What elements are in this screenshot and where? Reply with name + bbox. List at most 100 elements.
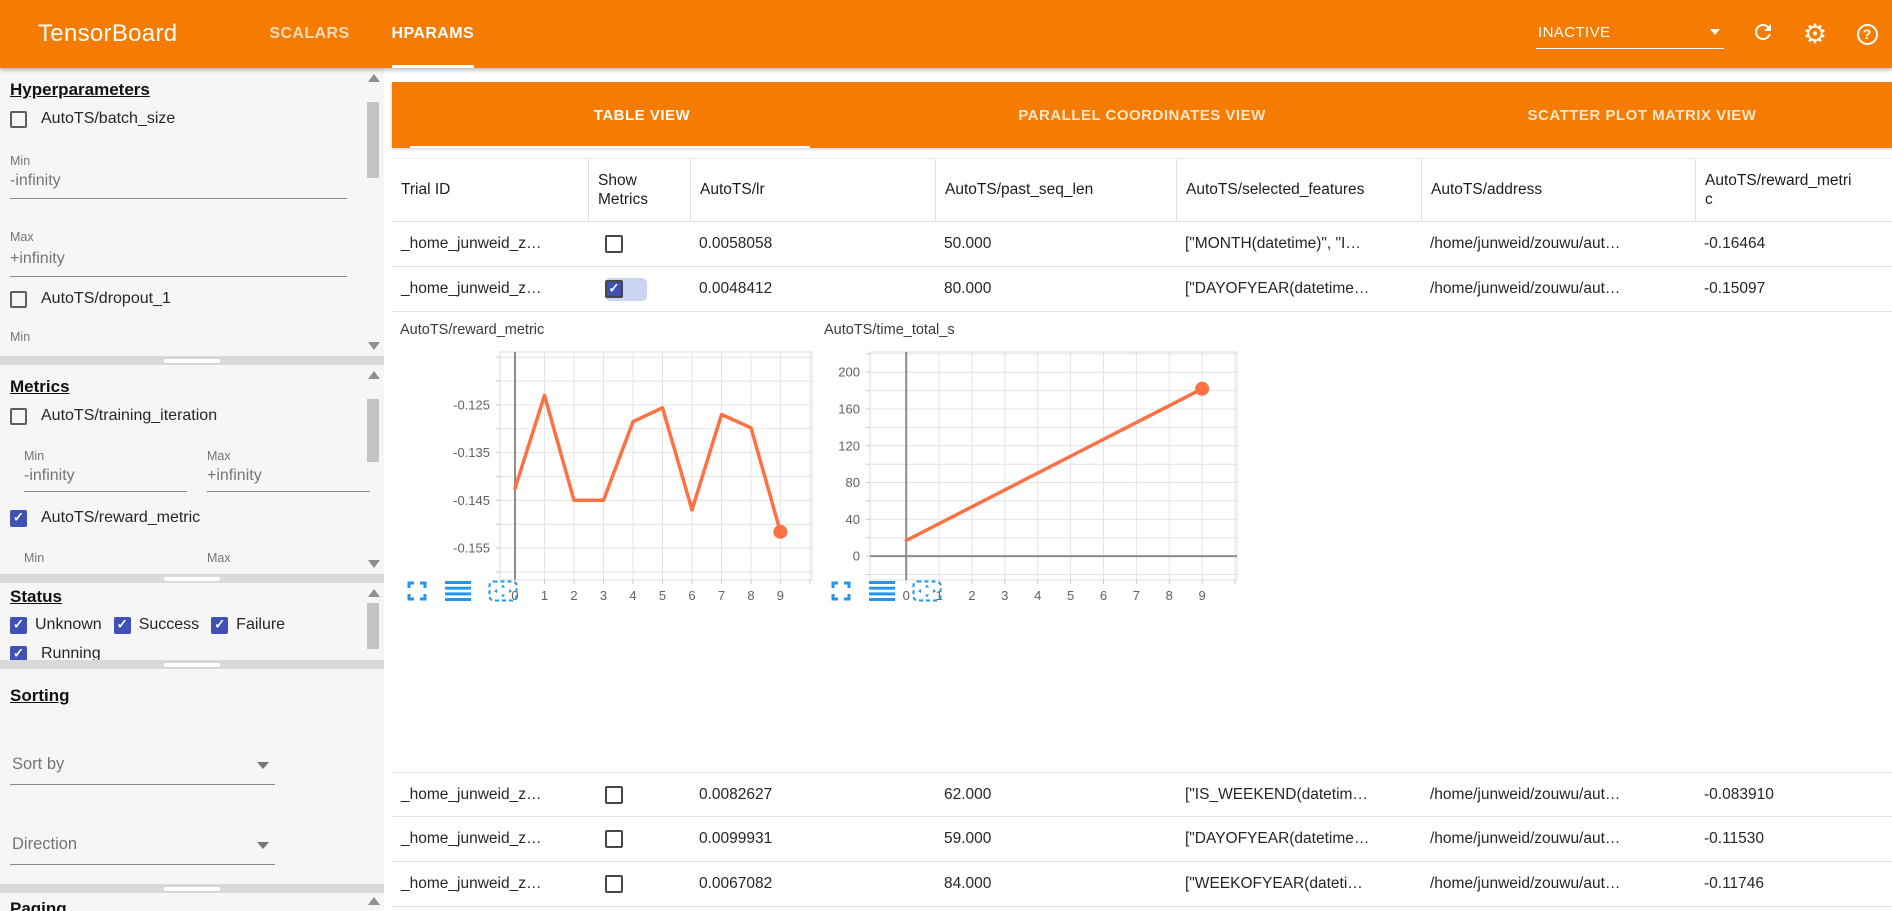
- hparam-item-dropout-1: AutoTS/dropout_1: [10, 290, 171, 308]
- show-metrics-cell: [588, 222, 690, 266]
- trial-id-cell: _home_junweid_z…: [392, 222, 588, 266]
- selected-features-cell: ["DAYOFYEAR(datetime…: [1176, 267, 1421, 311]
- settings-button[interactable]: ⚙: [1802, 21, 1828, 47]
- tab-table-view[interactable]: TABLE VIEW: [392, 82, 892, 148]
- section-resize-divider[interactable]: [0, 356, 384, 365]
- trial-id-cell: _home_junweid_z…: [392, 267, 588, 311]
- checkbox-training-iteration[interactable]: [10, 408, 27, 425]
- list-icon[interactable]: [869, 581, 895, 601]
- scroll-down-icon[interactable]: [368, 342, 380, 350]
- sort-by-select[interactable]: Sort by: [10, 753, 275, 785]
- min-input[interactable]: -infinity: [10, 172, 347, 199]
- fullscreen-icon[interactable]: [830, 580, 852, 602]
- svg-text:-0.145: -0.145: [453, 493, 490, 508]
- checkbox-status-unknown[interactable]: [10, 617, 27, 634]
- table-row: _home_junweid_z… 0.0099931 59.000 ["DAYO…: [392, 817, 1892, 862]
- scrollbar-thumb[interactable]: [367, 399, 379, 462]
- status-label-unknown: Unknown: [35, 616, 102, 634]
- drag-handle[interactable]: [164, 663, 220, 667]
- scrollbar-thumb[interactable]: [367, 603, 379, 649]
- pan-zoom-icon[interactable]: [912, 580, 942, 602]
- metric-label: AutoTS/reward_metric: [41, 509, 200, 527]
- col-past-seq-len: AutoTS/past_seq_len: [935, 159, 1176, 221]
- checkbox-dropout-1[interactable]: [10, 291, 27, 308]
- scroll-up-icon[interactable]: [368, 371, 380, 379]
- scroll-up-icon[interactable]: [368, 589, 380, 597]
- reward-metric-chart[interactable]: -0.125-0.135-0.145-0.1550123456789: [400, 346, 820, 613]
- svg-text:3: 3: [1001, 588, 1008, 603]
- show-metrics-checkbox[interactable]: [605, 235, 623, 253]
- view-tabs: TABLE VIEW PARALLEL COORDINATES VIEW SCA…: [392, 82, 1892, 148]
- drag-handle[interactable]: [164, 359, 220, 363]
- lr-cell: 0.0067082: [690, 862, 935, 906]
- svg-text:9: 9: [1198, 588, 1205, 603]
- show-metrics-checkbox[interactable]: [605, 875, 623, 893]
- scrollbar-thumb[interactable]: [367, 102, 379, 178]
- metric-item-training-iteration: AutoTS/training_iteration: [10, 407, 217, 425]
- max-input[interactable]: +infinity: [207, 467, 370, 492]
- scroll-up-icon[interactable]: [368, 74, 380, 82]
- time-total-chart[interactable]: 040801201602000123456789: [824, 346, 1256, 613]
- drag-handle[interactable]: [164, 577, 220, 581]
- metrics-title: Metrics: [10, 377, 70, 397]
- status-scrollbar[interactable]: [366, 587, 381, 660]
- sidebar-section-paging: Paging: [0, 893, 384, 911]
- pan-zoom-icon[interactable]: [488, 580, 518, 602]
- checkbox-reward-metric[interactable]: [10, 510, 27, 527]
- max-input[interactable]: +infinity: [10, 250, 347, 277]
- scroll-up-icon[interactable]: [368, 897, 380, 905]
- svg-text:1: 1: [541, 588, 548, 603]
- min-input[interactable]: -infinity: [24, 467, 187, 492]
- show-metrics-cell: [588, 817, 690, 861]
- metrics-scrollbar[interactable]: [366, 369, 381, 570]
- col-trial-id: Trial ID: [392, 159, 588, 221]
- col-selected-features: AutoTS/selected_features: [1176, 159, 1421, 221]
- address-cell: /home/junweid/zouwu/aut…: [1421, 862, 1695, 906]
- reward-metric-cell: -0.15097: [1695, 267, 1892, 311]
- svg-text:9: 9: [777, 588, 784, 603]
- min-label: Min: [10, 330, 30, 344]
- max-label: Max: [10, 230, 34, 244]
- run-status-selector[interactable]: INACTIVE: [1536, 20, 1724, 49]
- checkbox-status-running[interactable]: [10, 646, 27, 661]
- status-label-running: Running: [41, 645, 101, 660]
- lr-cell: 0.0048412: [690, 267, 935, 311]
- section-resize-divider[interactable]: [0, 660, 384, 669]
- status-option-running: Running: [10, 645, 101, 660]
- checkbox-status-success[interactable]: [114, 617, 131, 634]
- reward-metric-cell: -0.11746: [1695, 862, 1892, 906]
- direction-value: Direction: [12, 835, 77, 853]
- show-metrics-checkbox[interactable]: [605, 830, 623, 848]
- tab-parallel-coordinates-view[interactable]: PARALLEL COORDINATES VIEW: [892, 82, 1392, 148]
- run-status-value: INACTIVE: [1538, 24, 1610, 41]
- checkbox-status-failure[interactable]: [211, 617, 228, 634]
- tab-scalars[interactable]: SCALARS: [269, 0, 349, 68]
- list-icon[interactable]: [445, 581, 471, 601]
- fullscreen-icon[interactable]: [406, 580, 428, 602]
- tab-hparams[interactable]: HPARAMS: [392, 0, 475, 68]
- sidebar-section-status: Status Unknown Success Failure Running: [0, 583, 384, 660]
- svg-text:7: 7: [1133, 588, 1140, 603]
- section-resize-divider[interactable]: [0, 884, 384, 893]
- tab-scatter-plot-matrix-view[interactable]: SCATTER PLOT MATRIX VIEW: [1392, 82, 1892, 148]
- reward-metric-cell: -0.083910: [1695, 773, 1892, 816]
- direction-select[interactable]: Direction: [10, 833, 275, 865]
- show-metrics-checkbox[interactable]: [605, 280, 623, 298]
- col-address: AutoTS/address: [1421, 159, 1695, 221]
- svg-text:40: 40: [846, 512, 860, 527]
- checkbox-batch-size[interactable]: [10, 111, 27, 128]
- scroll-down-icon[interactable]: [368, 560, 380, 568]
- hyperparameters-scrollbar[interactable]: [366, 72, 381, 352]
- help-button[interactable]: ?: [1854, 21, 1880, 47]
- show-metrics-checkbox[interactable]: [605, 786, 623, 804]
- refresh-button[interactable]: [1750, 21, 1776, 47]
- header-tabs: SCALARS HPARAMS: [269, 0, 474, 68]
- chart-title-reward-metric: AutoTS/reward_metric: [400, 322, 544, 338]
- reward-metric-cell: -0.11530: [1695, 817, 1892, 861]
- section-resize-divider[interactable]: [0, 574, 384, 583]
- show-metrics-cell: [588, 862, 690, 906]
- svg-text:-0.135: -0.135: [453, 445, 490, 460]
- paging-scrollbar[interactable]: [366, 895, 381, 911]
- hparam-label: AutoTS/batch_size: [41, 110, 175, 128]
- drag-handle[interactable]: [164, 887, 220, 891]
